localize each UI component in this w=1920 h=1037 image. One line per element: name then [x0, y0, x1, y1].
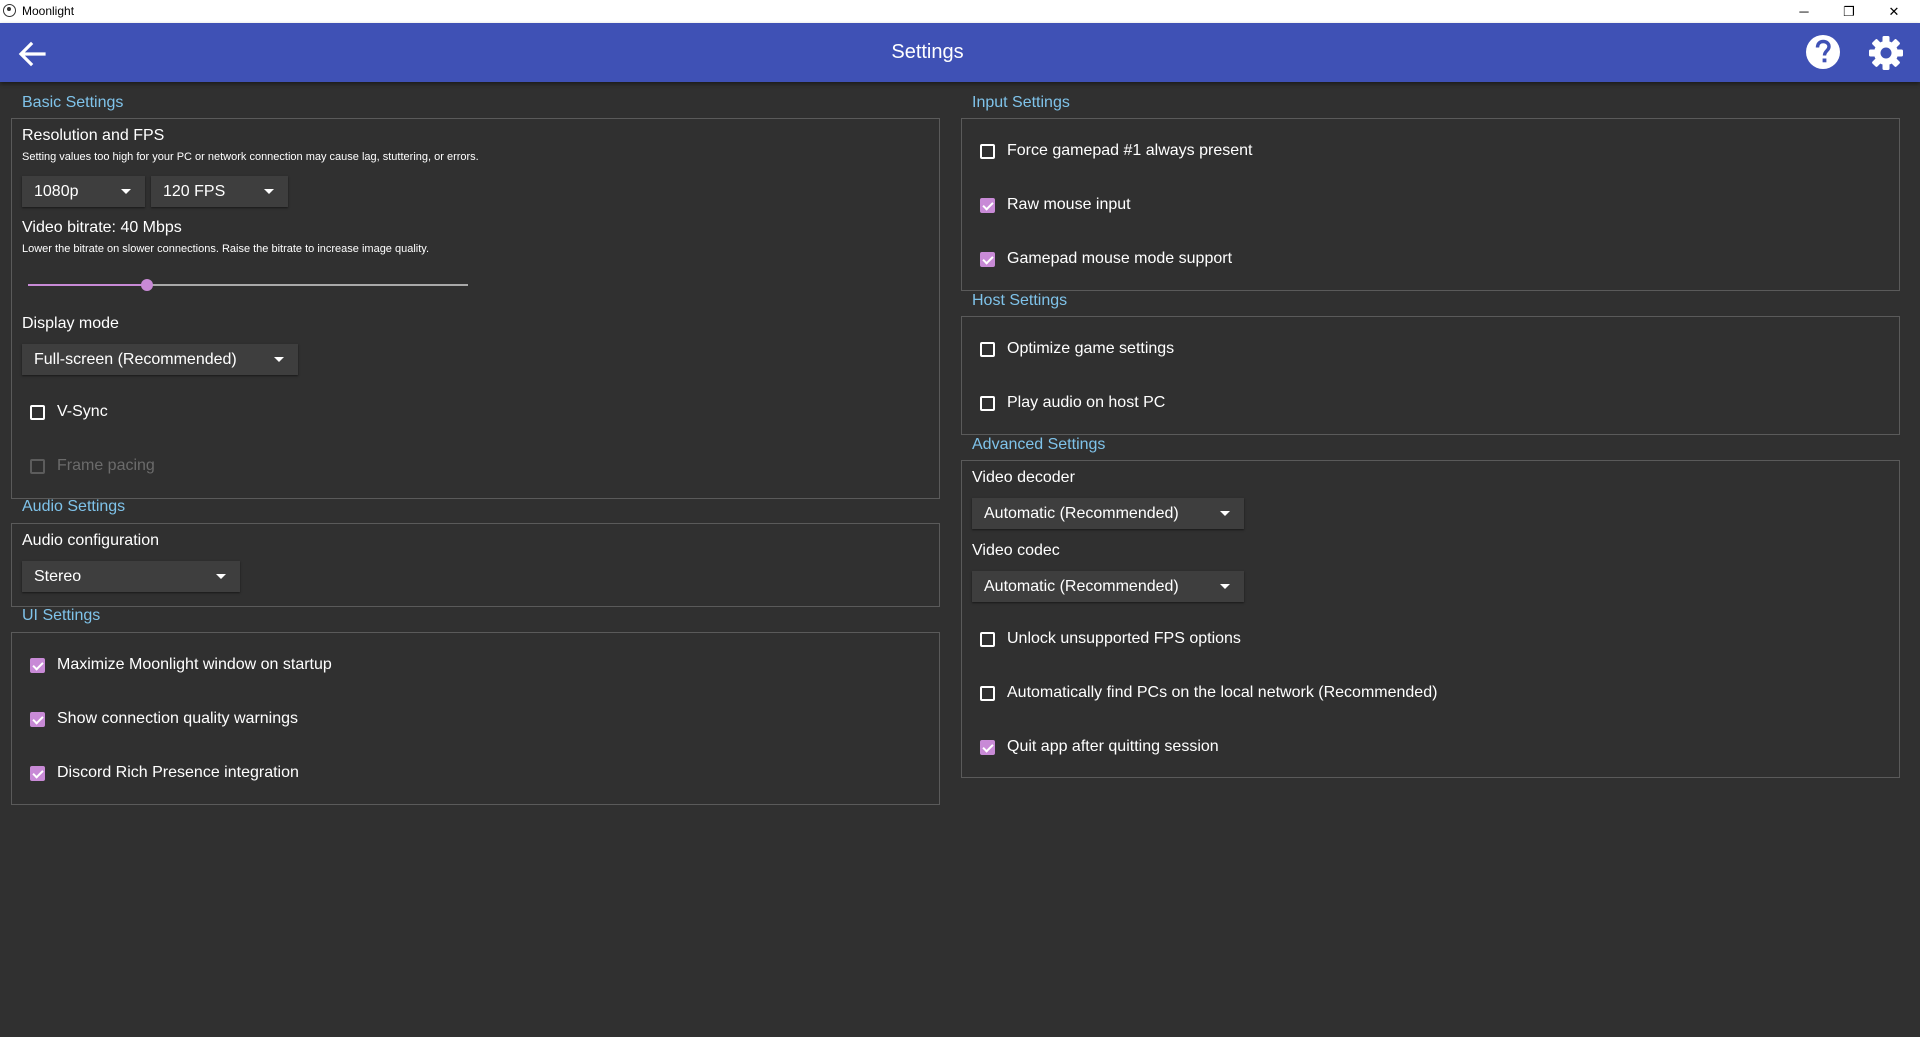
checkbox-icon [30, 711, 45, 727]
vsync-label: V-Sync [57, 403, 108, 420]
video-codec-label: Video codec [972, 542, 1060, 559]
host-settings-panel [961, 316, 1900, 435]
checkbox-icon [980, 685, 995, 701]
video-codec-dropdown[interactable]: Automatic (Recommended) [972, 571, 1244, 602]
checkbox-icon [980, 341, 995, 357]
fps-value: 120 FPS [163, 183, 226, 200]
ui-checkbox-label: Show connection quality warnings [57, 710, 299, 727]
ui-checkbox-label: Discord Rich Presence integration [57, 764, 299, 781]
checkbox-icon [980, 739, 995, 755]
checkbox-icon [980, 395, 995, 411]
bitrate-slider-fill [28, 284, 147, 286]
chevron-down-icon [274, 357, 284, 362]
bitrate-hint: Lower the bitrate on slower connections.… [22, 243, 430, 255]
checkbox-icon [980, 197, 995, 213]
resolution-value: 1080p [34, 183, 79, 200]
host-checkbox-1[interactable]: Play audio on host PC [980, 391, 1165, 415]
audio-config-dropdown[interactable]: Stereo [22, 561, 240, 592]
checkbox-icon [980, 143, 995, 159]
checkbox-icon [30, 657, 45, 673]
input-checkbox-1[interactable]: Raw mouse input [980, 193, 1131, 217]
input-checkbox-2[interactable]: Gamepad mouse mode support [980, 247, 1232, 271]
help-circle-icon [1806, 35, 1840, 69]
advanced-checkbox-label: Quit app after quitting session [1007, 738, 1219, 755]
advanced-settings-heading: Advanced Settings [972, 436, 1106, 453]
video-decoder-dropdown[interactable]: Automatic (Recommended) [972, 498, 1244, 529]
settings-button[interactable] [1866, 33, 1906, 73]
video-decoder-label: Video decoder [972, 469, 1075, 486]
gear-icon [1869, 36, 1903, 70]
close-window-button[interactable]: ✕ [1871, 0, 1917, 23]
ui-settings-heading: UI Settings [22, 607, 101, 624]
chevron-down-icon [264, 189, 274, 194]
input-checkbox-label: Force gamepad #1 always present [1007, 142, 1253, 159]
host-checkbox-0[interactable]: Optimize game settings [980, 337, 1174, 361]
resolution-dropdown[interactable]: 1080p [22, 176, 145, 207]
chevron-down-icon [121, 189, 131, 194]
chevron-down-icon [1220, 511, 1230, 516]
host-checkbox-label: Optimize game settings [1007, 340, 1175, 357]
frame-pacing-label: Frame pacing [57, 457, 155, 474]
display-mode-dropdown[interactable]: Full-screen (Recommended) [22, 344, 298, 375]
window-title-bar: Moonlight ─ ❐ ✕ [0, 0, 1920, 23]
checkbox-icon [980, 251, 995, 267]
vsync-checkbox[interactable]: V-Sync [30, 400, 108, 424]
window-title: Moonlight [22, 4, 75, 18]
ui-checkbox-label: Maximize Moonlight window on startup [57, 656, 332, 673]
checkbox-icon [30, 458, 45, 474]
audio-config-label: Audio configuration [22, 532, 159, 549]
resolution-fps-label: Resolution and FPS [22, 127, 165, 144]
video-codec-value: Automatic (Recommended) [984, 578, 1179, 595]
host-checkbox-label: Play audio on host PC [1007, 394, 1166, 411]
basic-settings-heading: Basic Settings [22, 94, 124, 111]
input-checkbox-0[interactable]: Force gamepad #1 always present [980, 139, 1252, 163]
checkbox-icon [30, 404, 45, 420]
ui-checkbox-0[interactable]: Maximize Moonlight window on startup [30, 653, 332, 677]
page-title: Settings [891, 41, 964, 63]
bitrate-label: Video bitrate: 40 Mbps [22, 219, 182, 236]
advanced-checkbox-1[interactable]: Automatically find PCs on the local netw… [980, 681, 1437, 705]
input-checkbox-label: Gamepad mouse mode support [1007, 250, 1233, 267]
help-button[interactable] [1804, 33, 1842, 71]
bitrate-slider-handle[interactable] [140, 279, 153, 291]
resolution-hint: Setting values too high for your PC or n… [22, 151, 479, 163]
checkbox-icon [980, 631, 995, 647]
audio-settings-heading: Audio Settings [22, 498, 126, 515]
ui-checkbox-1[interactable]: Show connection quality warnings [30, 707, 298, 731]
advanced-checkbox-label: Automatically find PCs on the local netw… [1007, 684, 1438, 701]
input-checkbox-label: Raw mouse input [1007, 196, 1131, 213]
restore-button[interactable]: ❐ [1826, 0, 1872, 23]
app-header: Settings [0, 23, 1920, 82]
checkbox-icon [30, 765, 45, 781]
advanced-checkbox-0[interactable]: Unlock unsupported FPS options [980, 627, 1241, 651]
fps-dropdown[interactable]: 120 FPS [151, 176, 288, 207]
ui-checkbox-2[interactable]: Discord Rich Presence integration [30, 761, 299, 785]
display-mode-value: Full-screen (Recommended) [34, 351, 237, 368]
chevron-down-icon [216, 574, 226, 579]
display-mode-label: Display mode [22, 315, 119, 332]
minimize-button[interactable]: ─ [1781, 0, 1827, 23]
chevron-down-icon [1220, 584, 1230, 589]
audio-config-value: Stereo [34, 568, 82, 585]
frame-pacing-checkbox[interactable]: Frame pacing [30, 454, 155, 478]
advanced-checkbox-label: Unlock unsupported FPS options [1007, 630, 1241, 647]
video-decoder-value: Automatic (Recommended) [984, 505, 1179, 522]
host-settings-heading: Host Settings [972, 292, 1068, 309]
moonlight-logo-icon [3, 4, 16, 17]
input-settings-heading: Input Settings [972, 94, 1070, 111]
advanced-checkbox-2[interactable]: Quit app after quitting session [980, 735, 1219, 759]
